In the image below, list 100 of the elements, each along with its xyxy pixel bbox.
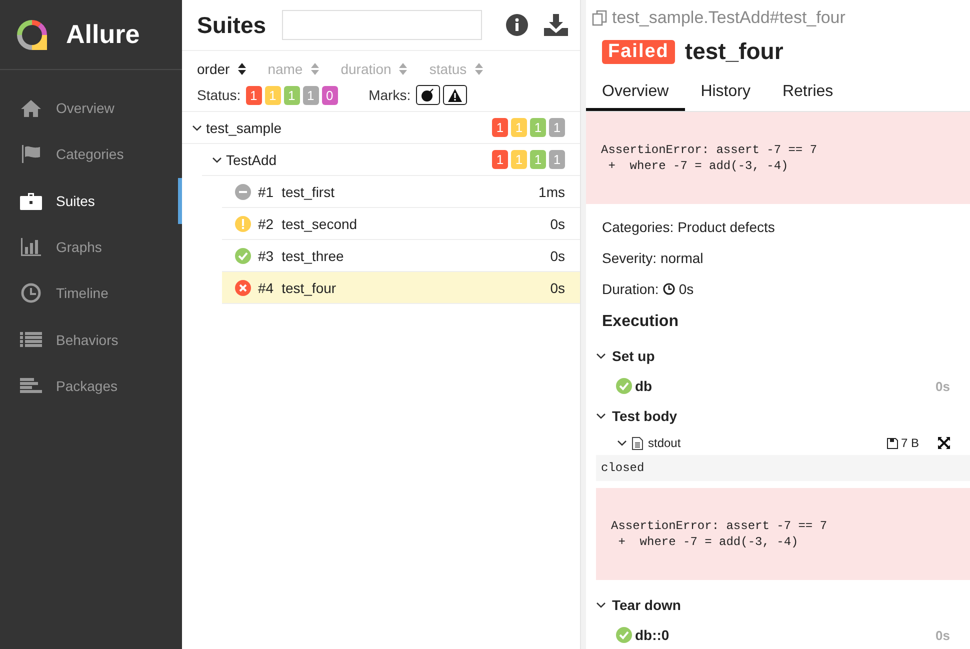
suite-name: test_sample	[206, 120, 282, 136]
count-badge: 1	[492, 118, 508, 137]
nav-item[interactable]: Timeline	[0, 270, 182, 316]
field-label: Severity:	[602, 250, 656, 266]
expand-icon[interactable]	[938, 437, 950, 449]
clock-icon	[662, 283, 675, 295]
nav-item[interactable]: Categories	[0, 131, 182, 178]
test-row[interactable]: #2 test_second 0s	[222, 208, 580, 240]
nav-item[interactable]: Suites	[0, 178, 182, 224]
test-duration: 0s	[550, 248, 565, 264]
save-icon	[886, 438, 898, 448]
step-name: db::0	[635, 627, 670, 643]
stage-header[interactable]: Test body	[596, 401, 960, 431]
count-badge: 1	[492, 150, 508, 169]
search-field[interactable]	[282, 10, 482, 40]
chevron-icon	[596, 352, 606, 360]
count-badge: 1	[549, 118, 565, 137]
file-icon	[632, 436, 643, 450]
tab[interactable]: History	[684, 75, 766, 111]
step-name: db	[635, 378, 652, 394]
test-duration: 0s	[550, 280, 565, 296]
attachment-content: closed	[596, 455, 970, 481]
nav-item[interactable]: Graphs	[0, 224, 182, 270]
test-duration: 0s	[550, 216, 565, 232]
nav-item[interactable]: Overview	[0, 85, 182, 132]
status-label: Status:	[197, 87, 241, 103]
test-order: #2	[258, 216, 274, 232]
attachment-row[interactable]: stdout 7 B	[602, 431, 960, 455]
bomb-icon	[420, 88, 435, 102]
flag-icon	[20, 144, 42, 164]
mark-filter[interactable]	[442, 85, 467, 105]
suite-name: TestAdd	[226, 152, 277, 168]
briefcase-icon	[20, 190, 42, 211]
chevron-icon	[596, 412, 606, 420]
sort-icon	[310, 63, 319, 75]
stage-header[interactable]: Set up	[596, 341, 960, 371]
chevron-icon	[192, 124, 202, 132]
test-name: test_four	[282, 280, 336, 296]
test-row[interactable]: #1 test_first 1ms	[222, 176, 580, 208]
sort-button[interactable]: order	[197, 61, 246, 77]
check-circle-icon	[235, 248, 251, 264]
info-icon	[506, 14, 528, 36]
panel-title: Suites	[197, 12, 266, 38]
info-button[interactable]	[506, 14, 528, 36]
packages-icon	[20, 376, 42, 396]
mark-filter[interactable]	[416, 85, 440, 105]
section-title: Execution	[602, 312, 680, 332]
field-value: Product defects	[678, 219, 775, 235]
suite-row[interactable]: test_sample 1 1 1 1	[182, 112, 580, 144]
step-duration: 0s	[936, 378, 950, 394]
download-icon	[544, 14, 568, 36]
test-duration: 1ms	[538, 184, 565, 200]
check-circle-icon	[616, 378, 632, 394]
chevron-icon	[617, 439, 627, 447]
test-name: test_three	[282, 248, 344, 264]
field-label: Duration:	[602, 281, 659, 297]
field-value: 0s	[678, 281, 694, 297]
test-row[interactable]: #4 test_four 0s	[222, 272, 580, 304]
count-badge: 1	[530, 150, 546, 169]
field-value: normal	[660, 250, 704, 266]
error-message: AssertionError: assert -7 == 7 + where -7 = add(-3, -4)	[586, 112, 970, 204]
test-name: test_second	[282, 216, 358, 232]
brand-name: Allure	[66, 19, 140, 50]
sort-icon	[399, 63, 408, 75]
bar-chart-icon	[20, 237, 42, 258]
sort-icon	[474, 63, 483, 75]
field-label: Categories:	[602, 219, 674, 235]
sort-icon	[238, 63, 246, 75]
count-badge: 1	[530, 118, 546, 137]
cross-circle-icon	[235, 280, 251, 296]
attachment-name: stdout	[648, 436, 681, 450]
suite-row[interactable]: TestAdd 1 1 1 1	[202, 144, 580, 176]
home-icon	[20, 98, 42, 118]
nav-item[interactable]: Behaviors	[0, 316, 182, 363]
minus-circle-icon	[235, 184, 251, 200]
error-message: AssertionError: assert -7 == 7 + where -7 = add(-3, -4)	[596, 488, 970, 580]
download-button[interactable]	[544, 14, 568, 36]
test-order: #4	[258, 280, 274, 296]
check-circle-icon	[616, 627, 632, 643]
count-badge: 1	[549, 150, 565, 169]
test-path: test_sample.TestAdd#test_four	[612, 8, 846, 28]
test-name: test_first	[282, 184, 334, 200]
exclamation-circle-icon	[235, 216, 251, 232]
test-order: #3	[258, 248, 274, 264]
count-badge: 1	[511, 150, 527, 169]
clock-icon	[20, 283, 42, 304]
stage-header[interactable]: Tear down	[596, 590, 960, 620]
nav-item[interactable]: Packages	[0, 362, 182, 410]
chevron-icon	[596, 601, 606, 609]
status-tag: Failed	[602, 40, 675, 64]
copy-icon[interactable]	[592, 10, 608, 26]
test-title: test_four	[684, 38, 784, 65]
step-duration: 0s	[936, 628, 950, 642]
list-icon	[20, 330, 42, 350]
marks-label: Marks:	[368, 87, 411, 103]
chevron-icon	[212, 156, 222, 164]
tab[interactable]: Retries	[766, 75, 850, 111]
warning-icon	[448, 88, 462, 102]
count-badge: 1	[511, 118, 527, 137]
test-order: #1	[258, 184, 274, 200]
